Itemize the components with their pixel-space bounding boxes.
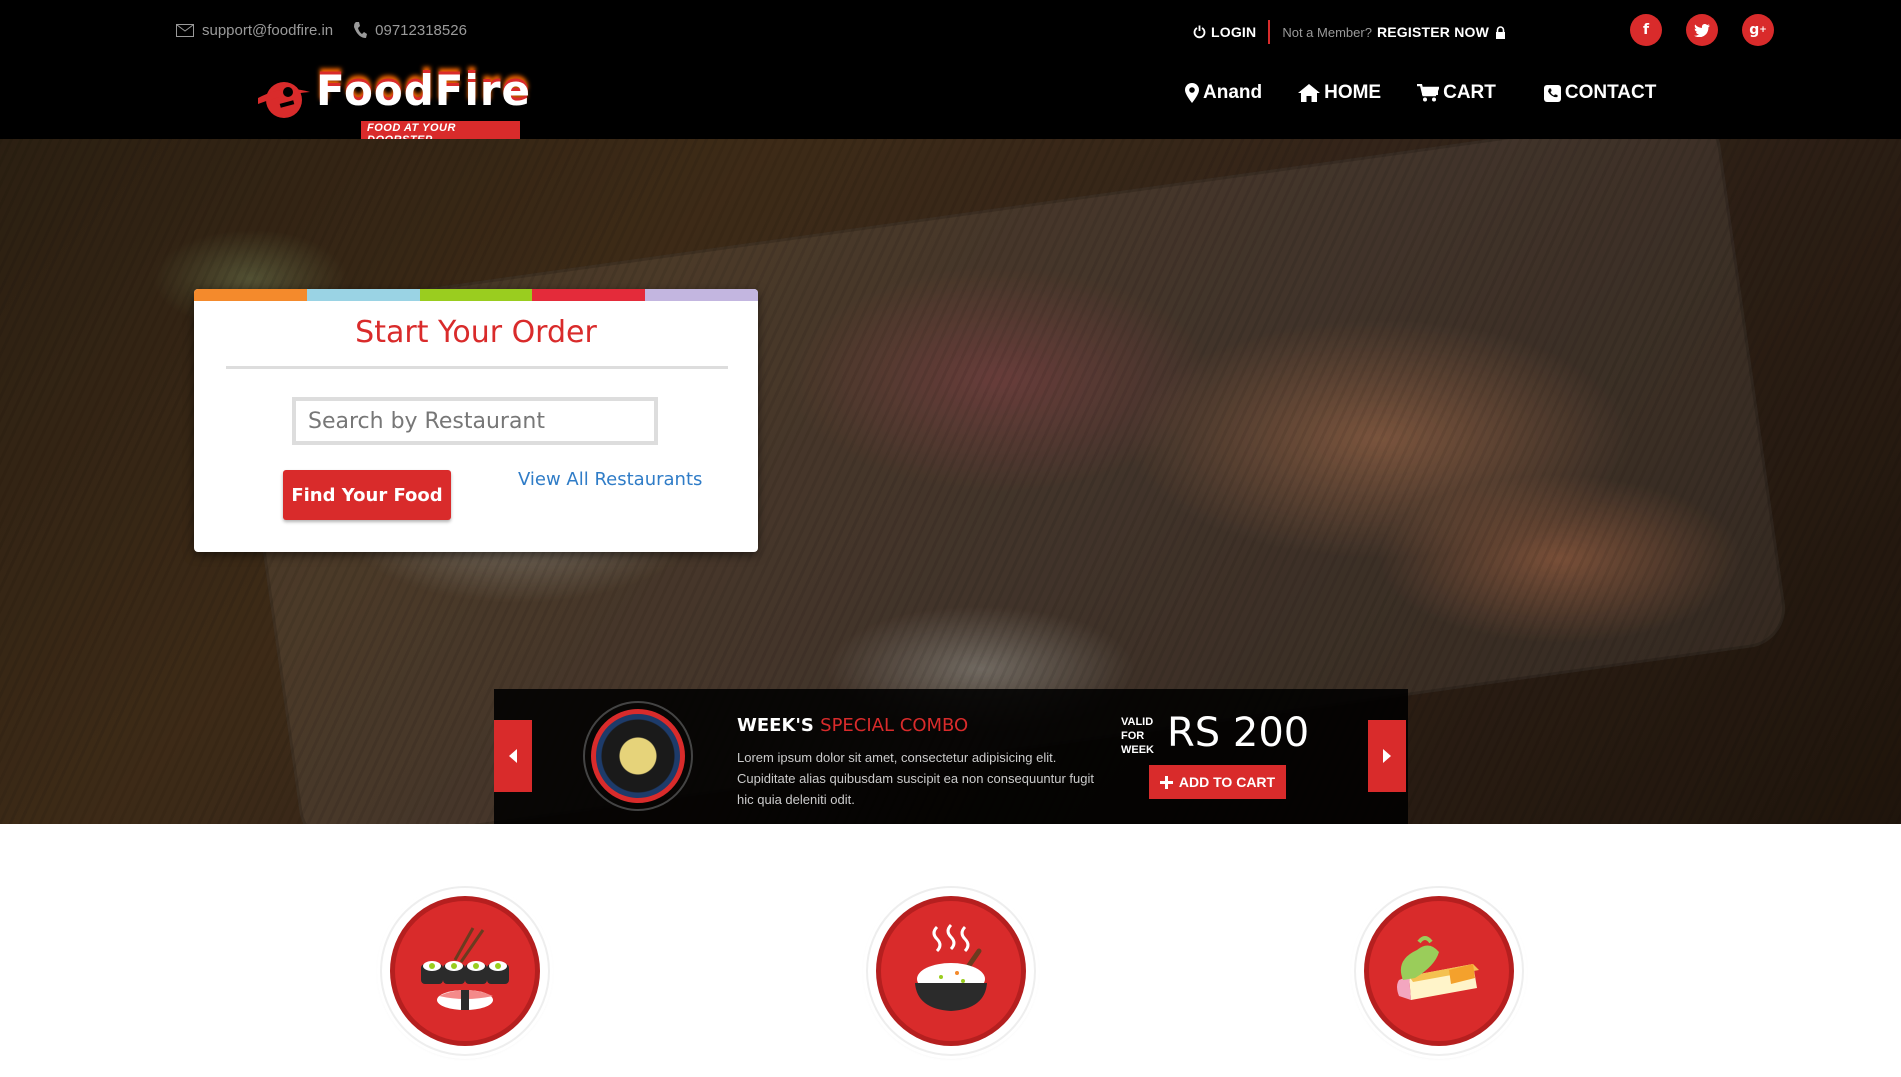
home-icon	[1298, 84, 1321, 102]
combo-title-prefix: WEEK'S	[737, 715, 814, 736]
nav-contact[interactable]: CONTACT	[1543, 82, 1657, 104]
foodfire-logo[interactable]: FoodFire FOOD AT YOUR DOORSTEP	[258, 70, 530, 147]
plus-icon	[1159, 775, 1173, 789]
add-to-cart-label: ADD TO CART	[1178, 774, 1276, 790]
valid-line: FOR	[1121, 730, 1145, 742]
stripe-segment	[194, 289, 307, 301]
stripe-segment	[306, 289, 420, 301]
auth-divider	[1268, 20, 1271, 44]
combo-price: RS 200	[1167, 710, 1310, 756]
not-member-label: Not a Member?	[1282, 24, 1372, 40]
combo-title-highlight: SPECIAL COMBO	[820, 715, 969, 736]
divider	[226, 366, 728, 369]
stripe-segment	[419, 289, 533, 301]
nav-location-label: Anand	[1203, 82, 1263, 103]
google-plus-icon[interactable]: g +	[1742, 14, 1774, 46]
category-sushi[interactable]	[380, 886, 550, 1056]
combo-prev-button[interactable]	[494, 720, 532, 792]
map-marker-icon	[1185, 83, 1199, 103]
nav-home[interactable]: HOME	[1298, 82, 1381, 104]
register-link[interactable]: REGISTER NOW	[1377, 24, 1489, 40]
category-rice-bowl[interactable]	[866, 886, 1036, 1056]
combo-description: Lorem ipsum dolor sit amet, consectetur …	[737, 750, 1095, 807]
find-your-food-button[interactable]: Find Your Food	[283, 470, 451, 520]
support-phone[interactable]: 09712318526	[375, 22, 467, 39]
cart-icon	[1417, 84, 1440, 102]
sushi-icon	[421, 927, 509, 1010]
site-header: support@foodfire.in 09712318526 LOGIN No…	[0, 0, 1901, 147]
nav-location[interactable]: Anand	[1185, 82, 1262, 104]
rice-bowl-icon	[915, 923, 987, 1011]
power-icon	[1193, 25, 1206, 39]
auth-links: LOGIN Not a Member? REGISTER NOW	[1193, 20, 1506, 44]
phone-square-icon	[1543, 84, 1561, 102]
stripe-segment	[532, 289, 646, 301]
login-link[interactable]: LOGIN	[1211, 24, 1256, 40]
envelope-icon	[176, 23, 194, 37]
lock-icon	[1495, 25, 1506, 39]
twitter-icon[interactable]	[1686, 14, 1718, 46]
caret-left-icon	[509, 749, 517, 763]
color-stripe	[194, 289, 758, 301]
start-order-panel: Start Your Order Find Your Food View All…	[194, 289, 758, 552]
facebook-icon[interactable]: f	[1630, 14, 1662, 46]
valid-line: VALID	[1121, 716, 1154, 728]
order-title: Start Your Order	[355, 315, 597, 350]
nav-cart-label: CART	[1443, 82, 1496, 103]
weekly-combo-banner: WEEK'S SPECIAL COMBO Lorem ipsum dolor s…	[494, 689, 1408, 824]
view-all-restaurants-link[interactable]: View All Restaurants	[518, 469, 702, 490]
main-nav: Anand HOME CART CONTACT	[1185, 82, 1692, 104]
stripe-segment	[645, 289, 758, 301]
nav-home-label: HOME	[1324, 82, 1382, 103]
social-links: f g +	[1630, 14, 1774, 46]
caret-right-icon	[1383, 749, 1391, 763]
contact-info: support@foodfire.in 09712318526	[176, 21, 467, 39]
combo-dish-image	[583, 701, 693, 811]
phone-icon	[353, 21, 368, 39]
nav-contact-label: CONTACT	[1564, 82, 1657, 103]
category-dessert[interactable]	[1354, 886, 1524, 1056]
combo-title: WEEK'S SPECIAL COMBO	[737, 715, 968, 736]
nav-cart[interactable]: CART	[1417, 82, 1496, 104]
logo-mark-icon	[258, 82, 310, 118]
hero-banner: Start Your Order Find Your Food View All…	[0, 139, 1901, 824]
support-email[interactable]: support@foodfire.in	[202, 22, 333, 39]
combo-next-button[interactable]	[1368, 720, 1406, 792]
combo-validity: VALID FOR WEEK	[1121, 715, 1154, 757]
add-to-cart-button[interactable]: ADD TO CART	[1149, 765, 1286, 799]
cake-slice-icon	[1397, 936, 1479, 1000]
valid-line: WEEK	[1121, 744, 1154, 756]
logo-wordmark: FoodFire	[316, 66, 532, 115]
restaurant-search-input[interactable]	[292, 397, 658, 445]
